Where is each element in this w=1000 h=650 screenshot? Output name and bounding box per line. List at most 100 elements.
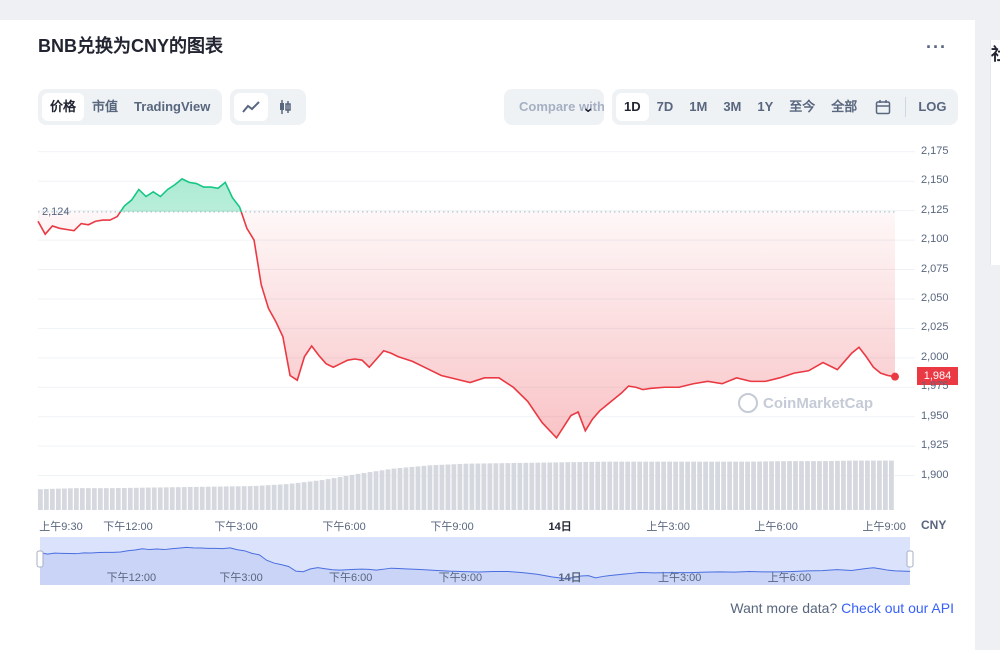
y-tick-label: 1,925 — [921, 439, 949, 452]
volume-bar — [799, 461, 804, 510]
volume-bar — [463, 463, 469, 510]
volume-bar — [709, 461, 715, 510]
volume-bar — [367, 472, 373, 510]
volume-bar — [157, 487, 163, 510]
volume-bar — [259, 485, 265, 510]
volume-bar — [103, 488, 109, 510]
watermark-text: CoinMarketCap — [763, 394, 874, 412]
volume-bar — [571, 462, 577, 510]
price-chart[interactable] — [0, 0, 1000, 650]
y-tick-label: 2,125 — [921, 203, 949, 216]
volume-bar — [403, 467, 409, 510]
volume-bar — [565, 462, 571, 510]
volume-bar — [151, 487, 157, 510]
x-tick-label: 14日 — [548, 521, 572, 533]
volume-bar — [223, 486, 229, 510]
volume-bar — [859, 460, 864, 510]
volume-bar — [169, 487, 175, 510]
volume-bar — [589, 461, 595, 510]
volume-bar — [205, 486, 211, 510]
api-promo: Want more data? Check out our API — [730, 600, 954, 616]
volume-bar — [49, 488, 55, 510]
volume-bar — [325, 479, 331, 510]
volume-bar — [55, 488, 61, 510]
volume-bar — [691, 461, 697, 510]
currency-label: CNY — [921, 518, 947, 532]
volume-bar — [805, 461, 810, 510]
y-tick-label: 2,075 — [921, 262, 949, 275]
volume-bar — [61, 488, 67, 510]
navigator-handle[interactable] — [906, 550, 914, 568]
volume-bar — [751, 461, 756, 510]
volume-bar — [763, 461, 768, 510]
volume-bar — [235, 486, 241, 510]
volume-bar — [607, 461, 613, 510]
volume-bar — [529, 462, 535, 510]
y-tick-label: 2,150 — [921, 174, 949, 187]
volume-bar — [811, 461, 816, 510]
volume-bar — [319, 480, 325, 510]
navigator-handle[interactable] — [36, 550, 44, 568]
volume-bar — [745, 461, 750, 510]
volume-bar — [295, 482, 301, 510]
x-tick-label: 上午3:00 — [646, 521, 690, 533]
y-tick-label: 1,975 — [921, 380, 949, 393]
volume-bar — [271, 484, 277, 510]
volume-bar — [415, 466, 421, 510]
volume-bar — [361, 472, 367, 510]
volume-bar — [337, 477, 343, 510]
volume-bar — [649, 461, 655, 510]
volume-bar — [133, 487, 139, 510]
volume-bar — [853, 460, 858, 510]
navigator-tick-label: 14日 — [558, 572, 582, 584]
volume-bar — [331, 478, 337, 510]
navigator-tick-label: 下午9:00 — [438, 572, 483, 584]
volume-bar — [451, 464, 457, 510]
api-link[interactable]: Check out our API — [841, 600, 954, 616]
volume-bar — [73, 488, 79, 510]
volume-bar — [97, 488, 103, 510]
volume-bar — [871, 460, 876, 510]
volume-bar — [841, 460, 846, 510]
volume-bar — [427, 465, 433, 510]
volume-bar — [577, 462, 583, 510]
volume-bar — [889, 460, 894, 510]
volume-bar — [625, 461, 631, 510]
x-tick-label: 上午9:30 — [39, 521, 83, 533]
volume-bar — [475, 463, 481, 510]
volume-bar — [247, 486, 253, 510]
navigator-tick-label: 下午3:00 — [219, 572, 263, 584]
volume-bar — [199, 486, 205, 510]
volume-bar — [499, 463, 505, 510]
volume-bar — [637, 461, 643, 510]
volume-bar — [79, 488, 85, 510]
volume-bar — [343, 475, 349, 510]
volume-bar — [583, 461, 589, 510]
volume-bar — [469, 463, 475, 510]
volume-bar — [115, 488, 121, 510]
volume-bar — [289, 483, 295, 510]
volume-bar — [121, 487, 127, 510]
volume-bar — [667, 461, 673, 510]
volume-bar — [85, 488, 91, 510]
volume-bar — [655, 461, 661, 510]
volume-bar — [313, 480, 319, 510]
volume-bar — [139, 487, 145, 510]
volume-bar — [127, 487, 133, 510]
volume-bar — [793, 461, 798, 510]
volume-bar — [391, 468, 397, 510]
volume-bar — [619, 461, 625, 510]
volume-bar — [175, 487, 181, 510]
volume-bar — [877, 460, 882, 510]
volume-bar — [781, 461, 786, 510]
volume-bar — [409, 466, 415, 510]
volume-bar — [307, 481, 313, 510]
volume-bar — [679, 461, 685, 510]
volume-bar — [769, 461, 774, 510]
volume-bar — [847, 460, 852, 510]
volume-bar — [241, 486, 247, 510]
x-tick-label: 下午12:00 — [103, 521, 153, 533]
volume-bar — [643, 461, 649, 510]
volume-bar — [481, 463, 487, 510]
volume-bar — [631, 461, 637, 510]
